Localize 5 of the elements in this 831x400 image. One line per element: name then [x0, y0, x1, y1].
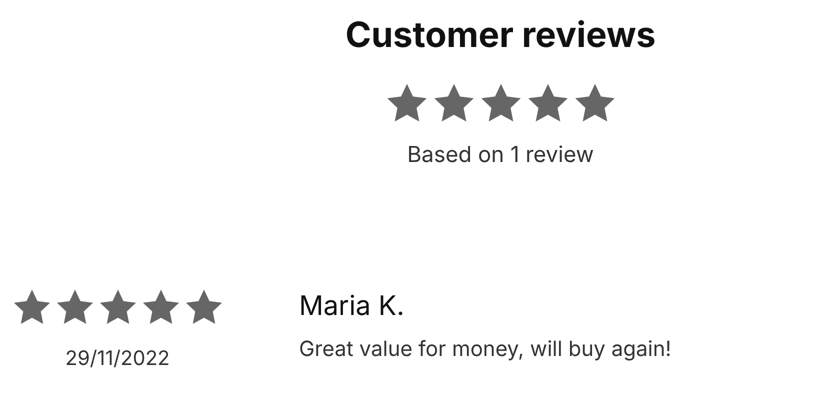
- review-date: 29/11/2022: [65, 345, 170, 371]
- section-title: Customer reviews: [345, 13, 656, 58]
- review-text: Great value for money, will buy again!: [299, 337, 672, 363]
- review-author: Maria K.: [299, 289, 406, 323]
- review-count: Based on 1 review: [407, 141, 594, 169]
